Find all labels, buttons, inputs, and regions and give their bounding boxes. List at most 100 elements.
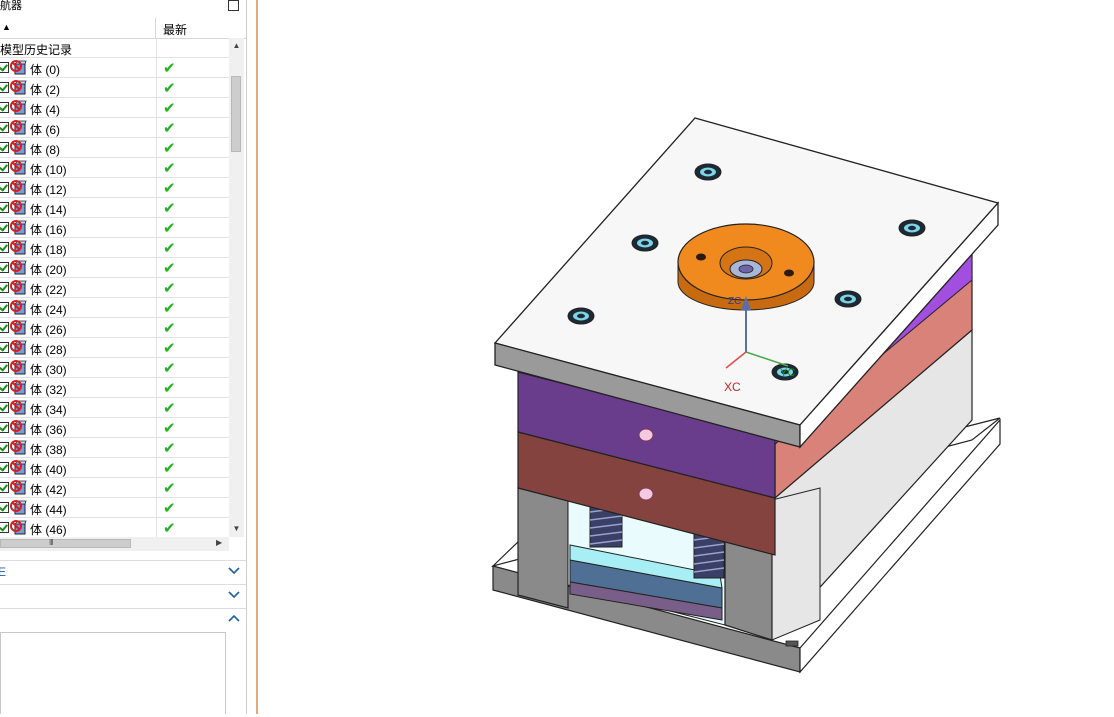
solid-body-icon [10, 300, 27, 315]
tree-item-body[interactable]: 体 (44) ✔ [0, 498, 229, 518]
tree-item-body[interactable]: 体 (10) ✔ [0, 158, 229, 178]
tree-item-body[interactable]: 体 (22) ✔ [0, 278, 229, 298]
visibility-checkbox[interactable] [0, 82, 9, 93]
tree-item-label: 体 (34) [30, 403, 67, 417]
tree-item-body[interactable]: 体 (24) ✔ [0, 298, 229, 318]
visibility-checkbox[interactable] [0, 342, 9, 353]
panel-title-bar: 航器 [0, 0, 246, 14]
visibility-checkbox[interactable] [0, 502, 9, 513]
tree-item-body[interactable]: 体 (30) ✔ [0, 358, 229, 378]
name-cell: 体 (8) [0, 138, 157, 157]
visibility-checkbox[interactable] [0, 202, 9, 213]
section-details[interactable] [0, 584, 246, 607]
horizontal-scrollbar[interactable]: III ▶ [0, 537, 229, 551]
solid-body-icon [10, 520, 27, 535]
left-support-block[interactable] [517, 487, 569, 609]
tree-item-body[interactable]: 体 (2) ✔ [0, 78, 229, 98]
solid-body-icon [10, 60, 27, 75]
name-cell: 体 (34) [0, 398, 157, 417]
hscroll-thumb[interactable]: III [0, 538, 131, 548]
name-cell: 体 (0) [0, 58, 157, 77]
tree-item-body[interactable]: 体 (26) ✔ [0, 318, 229, 338]
scroll-up-icon[interactable]: ▲ [229, 38, 244, 54]
name-cell: 体 (46) [0, 518, 157, 537]
tree-item-body[interactable]: 体 (36) ✔ [0, 418, 229, 438]
visibility-checkbox[interactable] [0, 62, 9, 73]
screw-hole [567, 307, 595, 325]
tree-item-body[interactable]: 体 (40) ✔ [0, 458, 229, 478]
tree-item-body[interactable]: 体 (6) ✔ [0, 118, 229, 138]
name-cell: 体 (24) [0, 298, 157, 317]
up-to-date-check-icon: ✔ [163, 240, 176, 257]
solid-body-icon [10, 400, 27, 415]
visibility-checkbox[interactable] [0, 402, 9, 413]
chevron-down-icon[interactable] [227, 563, 241, 577]
scroll-right-icon[interactable]: ▶ [216, 538, 222, 547]
tree-item-label: 体 (28) [30, 343, 67, 357]
tree-root-model-history[interactable]: 模型历史记录 [0, 38, 229, 58]
tree-item-body[interactable]: 体 (34) ✔ [0, 398, 229, 418]
tree-item-body[interactable]: 体 (20) ✔ [0, 258, 229, 278]
vertical-scrollbar[interactable]: ▲ ▼ [229, 38, 244, 537]
visibility-checkbox[interactable] [0, 362, 9, 373]
visibility-checkbox[interactable] [0, 382, 9, 393]
solid-body-icon [10, 260, 27, 275]
section-dependencies[interactable]: E [0, 560, 246, 583]
scroll-down-icon[interactable]: ▼ [229, 521, 244, 537]
visibility-checkbox[interactable] [0, 282, 9, 293]
tree-item-body[interactable]: 体 (18) ✔ [0, 238, 229, 258]
up-to-date-check-icon: ✔ [163, 160, 176, 177]
tree-item-body[interactable]: 体 (14) ✔ [0, 198, 229, 218]
visibility-checkbox[interactable] [0, 162, 9, 173]
tree-item-body[interactable]: 体 (38) ✔ [0, 438, 229, 458]
up-to-date-check-icon: ✔ [163, 200, 176, 217]
solid-body-icon [10, 120, 27, 135]
visibility-checkbox[interactable] [0, 122, 9, 133]
tree-item-body[interactable]: 体 (16) ✔ [0, 218, 229, 238]
name-cell: 体 (32) [0, 378, 157, 397]
solid-body-icon [10, 480, 27, 495]
name-cell: 体 (16) [0, 218, 157, 237]
visibility-checkbox[interactable] [0, 422, 9, 433]
visibility-checkbox[interactable] [0, 142, 9, 153]
tree-item-body[interactable]: 体 (4) ✔ [0, 98, 229, 118]
solid-body-icon [10, 420, 27, 435]
tree-item-label: 体 (6) [30, 123, 61, 137]
visibility-checkbox[interactable] [0, 442, 9, 453]
up-to-date-check-icon: ✔ [163, 220, 176, 237]
tree-item-body[interactable]: 体 (12) ✔ [0, 178, 229, 198]
tree-item-body[interactable]: 体 (0) ✔ [0, 58, 229, 78]
visibility-checkbox[interactable] [0, 102, 9, 113]
visibility-checkbox[interactable] [0, 322, 9, 333]
chevron-down-icon[interactable] [227, 587, 241, 601]
maximize-button[interactable] [228, 0, 239, 11]
solid-body-icon [10, 380, 27, 395]
visibility-checkbox[interactable] [0, 302, 9, 313]
visibility-checkbox[interactable] [0, 222, 9, 233]
tree-item-label: 体 (30) [30, 363, 67, 377]
tree-item-body[interactable]: 体 (8) ✔ [0, 138, 229, 158]
visibility-checkbox[interactable] [0, 262, 9, 273]
visibility-checkbox[interactable] [0, 482, 9, 493]
tree-item-body[interactable]: 体 (28) ✔ [0, 338, 229, 358]
tree-item-body[interactable]: 体 (42) ✔ [0, 478, 229, 498]
tree-item-body[interactable]: 体 (32) ✔ [0, 378, 229, 398]
graphics-viewport[interactable]: XC YC ZC [258, 0, 1114, 714]
up-to-date-check-icon: ✔ [163, 380, 176, 397]
name-column-header[interactable]: ▲ [0, 18, 156, 38]
visibility-checkbox[interactable] [0, 182, 9, 193]
up-to-date-check-icon: ✔ [163, 360, 176, 377]
latest-column-header[interactable]: 最新 [163, 21, 187, 38]
visibility-checkbox[interactable] [0, 462, 9, 473]
up-to-date-check-icon: ✔ [163, 280, 176, 297]
mold-assembly-model[interactable]: XC YC ZC [258, 0, 1114, 714]
chevron-up-icon[interactable] [227, 611, 241, 625]
scroll-thumb[interactable] [231, 76, 241, 152]
visibility-checkbox[interactable] [0, 242, 9, 253]
tree-item-label: 体 (0) [30, 63, 61, 77]
tree-item-label: 体 (24) [30, 303, 67, 317]
solid-body-icon [10, 320, 27, 335]
visibility-checkbox[interactable] [0, 522, 9, 533]
section-preview[interactable] [0, 608, 246, 631]
tree-item-body[interactable]: 体 (46) ✔ [0, 518, 229, 537]
